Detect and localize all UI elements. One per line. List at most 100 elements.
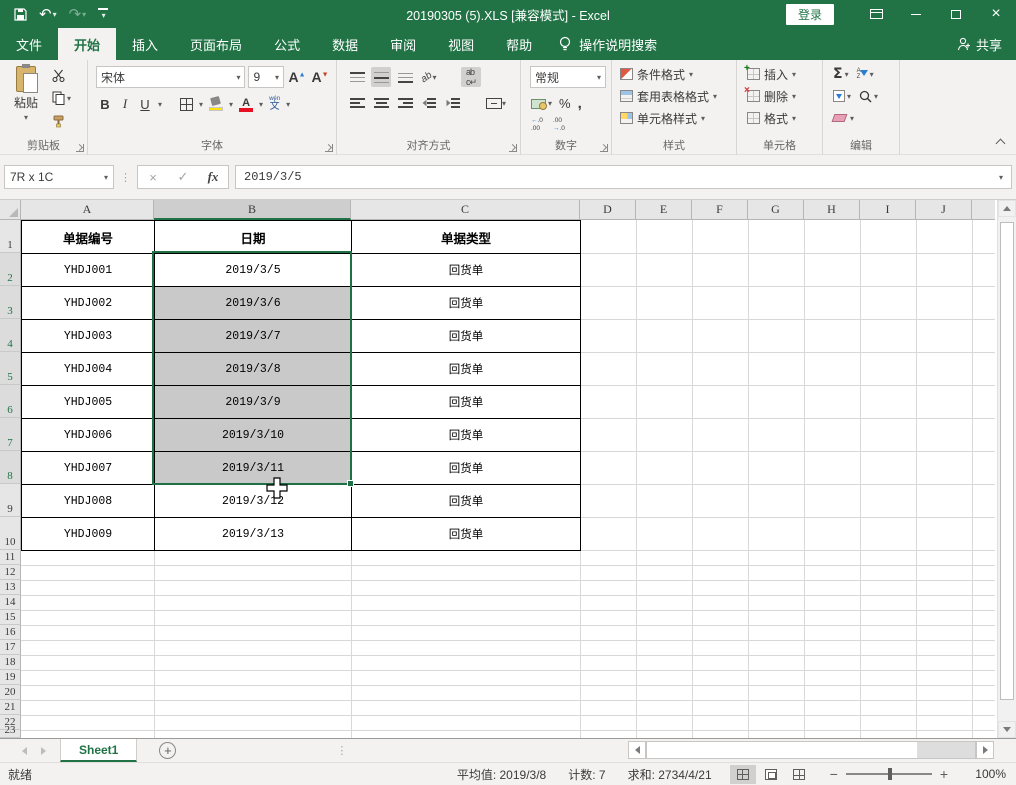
- cell-B1[interactable]: 日期: [155, 221, 352, 254]
- ribbon-display-options-button[interactable]: [856, 0, 896, 28]
- normal-view-button[interactable]: [730, 765, 756, 784]
- row-header-16[interactable]: 16: [0, 625, 21, 640]
- row-header-10[interactable]: 10: [0, 517, 21, 550]
- italic-button[interactable]: I: [118, 96, 132, 112]
- tab-review[interactable]: 审阅: [374, 28, 432, 60]
- cell-A2[interactable]: YHDJ001: [22, 254, 155, 287]
- tab-view[interactable]: 视图: [432, 28, 490, 60]
- cell-A1[interactable]: 单据编号: [22, 221, 155, 254]
- expand-formula-bar-icon[interactable]: ▾: [999, 173, 1003, 182]
- previous-sheet-button[interactable]: [22, 747, 27, 755]
- row-header-1[interactable]: 1: [0, 220, 21, 253]
- cell-C7[interactable]: 回货单: [352, 419, 581, 452]
- align-center-button[interactable]: [371, 93, 391, 113]
- row-header-3[interactable]: 3: [0, 286, 21, 319]
- borders-button[interactable]: [180, 98, 193, 111]
- vertical-scrollbar[interactable]: [997, 200, 1016, 738]
- row-header-14[interactable]: 14: [0, 595, 21, 610]
- column-header-A[interactable]: A: [21, 200, 154, 220]
- delete-cells-button[interactable]: 删除▾: [739, 85, 820, 107]
- column-header-partial[interactable]: [972, 200, 995, 220]
- cell-C4[interactable]: 回货单: [352, 320, 581, 353]
- percent-style-button[interactable]: %: [559, 96, 571, 111]
- cell-A3[interactable]: YHDJ002: [22, 287, 155, 320]
- row-header-19[interactable]: 19: [0, 670, 21, 685]
- cell-A8[interactable]: YHDJ007: [22, 452, 155, 485]
- merge-center-button[interactable]: ▾: [485, 93, 507, 113]
- increase-indent-button[interactable]: [443, 93, 463, 113]
- accounting-format-button[interactable]: ▾: [531, 99, 552, 109]
- horizontal-scrollbar-track[interactable]: [646, 741, 976, 759]
- copy-button[interactable]: ▾: [52, 89, 71, 107]
- cell-B3[interactable]: 2019/3/6: [155, 287, 352, 320]
- cell-A7[interactable]: YHDJ006: [22, 419, 155, 452]
- cell-C6[interactable]: 回货单: [352, 386, 581, 419]
- clipboard-dialog-launcher[interactable]: [76, 144, 84, 152]
- minimize-button[interactable]: [896, 0, 936, 28]
- zoom-out-button[interactable]: −: [830, 766, 838, 782]
- scroll-left-button[interactable]: [628, 741, 646, 759]
- column-header-J[interactable]: J: [916, 200, 972, 220]
- row-header-11[interactable]: 11: [0, 550, 21, 565]
- comma-style-button[interactable]: ,: [578, 95, 582, 112]
- formula-bar-splitter[interactable]: ⋮: [120, 171, 131, 184]
- cell-B5[interactable]: 2019/3/8: [155, 353, 352, 386]
- format-cells-button[interactable]: 格式▾: [739, 107, 820, 129]
- decrease-font-button[interactable]: A▼: [310, 67, 330, 87]
- horizontal-scrollbar[interactable]: [628, 741, 994, 759]
- underline-button[interactable]: U: [138, 97, 152, 112]
- cell-B7[interactable]: 2019/3/10: [155, 419, 352, 452]
- number-format-combo[interactable]: 常规▾: [530, 66, 606, 88]
- share-button[interactable]: 共享: [957, 28, 1002, 60]
- maximize-button[interactable]: [936, 0, 976, 28]
- column-header-B[interactable]: B: [154, 200, 351, 220]
- row-header-20[interactable]: 20: [0, 685, 21, 700]
- row-header-9[interactable]: 9: [0, 484, 21, 517]
- page-break-view-button[interactable]: [786, 765, 812, 784]
- cell-styles-button[interactable]: 单元格样式▾: [614, 107, 734, 129]
- save-button[interactable]: [10, 3, 31, 25]
- align-left-button[interactable]: [347, 93, 367, 113]
- row-header-7[interactable]: 7: [0, 418, 21, 451]
- undo-button[interactable]: ↶▾: [35, 3, 61, 25]
- increase-font-button[interactable]: A▲: [287, 67, 307, 87]
- cell-C5[interactable]: 回货单: [352, 353, 581, 386]
- zoom-level[interactable]: 100%: [966, 767, 1006, 781]
- column-header-G[interactable]: G: [748, 200, 804, 220]
- row-header-2[interactable]: 2: [0, 253, 21, 286]
- cell-A6[interactable]: YHDJ005: [22, 386, 155, 419]
- sort-filter-button[interactable]: AZ▾: [857, 68, 874, 80]
- cell-C9[interactable]: 回货单: [352, 485, 581, 518]
- align-right-button[interactable]: [395, 93, 415, 113]
- cell-B4[interactable]: 2019/3/7: [155, 320, 352, 353]
- insert-function-button[interactable]: fx: [198, 166, 228, 188]
- scroll-down-button[interactable]: [998, 721, 1016, 738]
- cell-C10[interactable]: 回货单: [352, 518, 581, 551]
- format-as-table-button[interactable]: 套用表格格式▾: [614, 85, 734, 107]
- customize-qat-button[interactable]: ▾: [94, 3, 112, 25]
- vertical-scrollbar-thumb[interactable]: [1000, 222, 1014, 700]
- cell-C1[interactable]: 单据类型: [352, 221, 581, 254]
- paste-button[interactable]: 粘贴 ▾: [6, 66, 46, 138]
- tab-file[interactable]: 文件: [0, 28, 58, 60]
- scroll-right-button[interactable]: [976, 741, 994, 759]
- conditional-formatting-button[interactable]: 条件格式▾: [614, 63, 734, 85]
- column-header-D[interactable]: D: [580, 200, 636, 220]
- tab-page-layout[interactable]: 页面布局: [174, 28, 258, 60]
- formula-input[interactable]: 2019/3/5▾: [235, 165, 1012, 189]
- tab-insert[interactable]: 插入: [116, 28, 174, 60]
- insert-cells-button[interactable]: 插入▾: [739, 63, 820, 85]
- autosum-button[interactable]: Σ▾: [833, 66, 849, 82]
- zoom-slider-thumb[interactable]: [888, 768, 892, 780]
- cell-C2[interactable]: 回货单: [352, 254, 581, 287]
- font-color-button[interactable]: A: [239, 97, 253, 112]
- login-button[interactable]: 登录: [786, 4, 834, 25]
- cell-B10[interactable]: 2019/3/13: [155, 518, 352, 551]
- row-header-5[interactable]: 5: [0, 352, 21, 385]
- scroll-up-button[interactable]: [998, 200, 1016, 217]
- alignment-dialog-launcher[interactable]: [509, 144, 517, 152]
- cell-A5[interactable]: YHDJ004: [22, 353, 155, 386]
- row-header-12[interactable]: 12: [0, 565, 21, 580]
- tab-data[interactable]: 数据: [316, 28, 374, 60]
- bold-button[interactable]: B: [98, 97, 112, 112]
